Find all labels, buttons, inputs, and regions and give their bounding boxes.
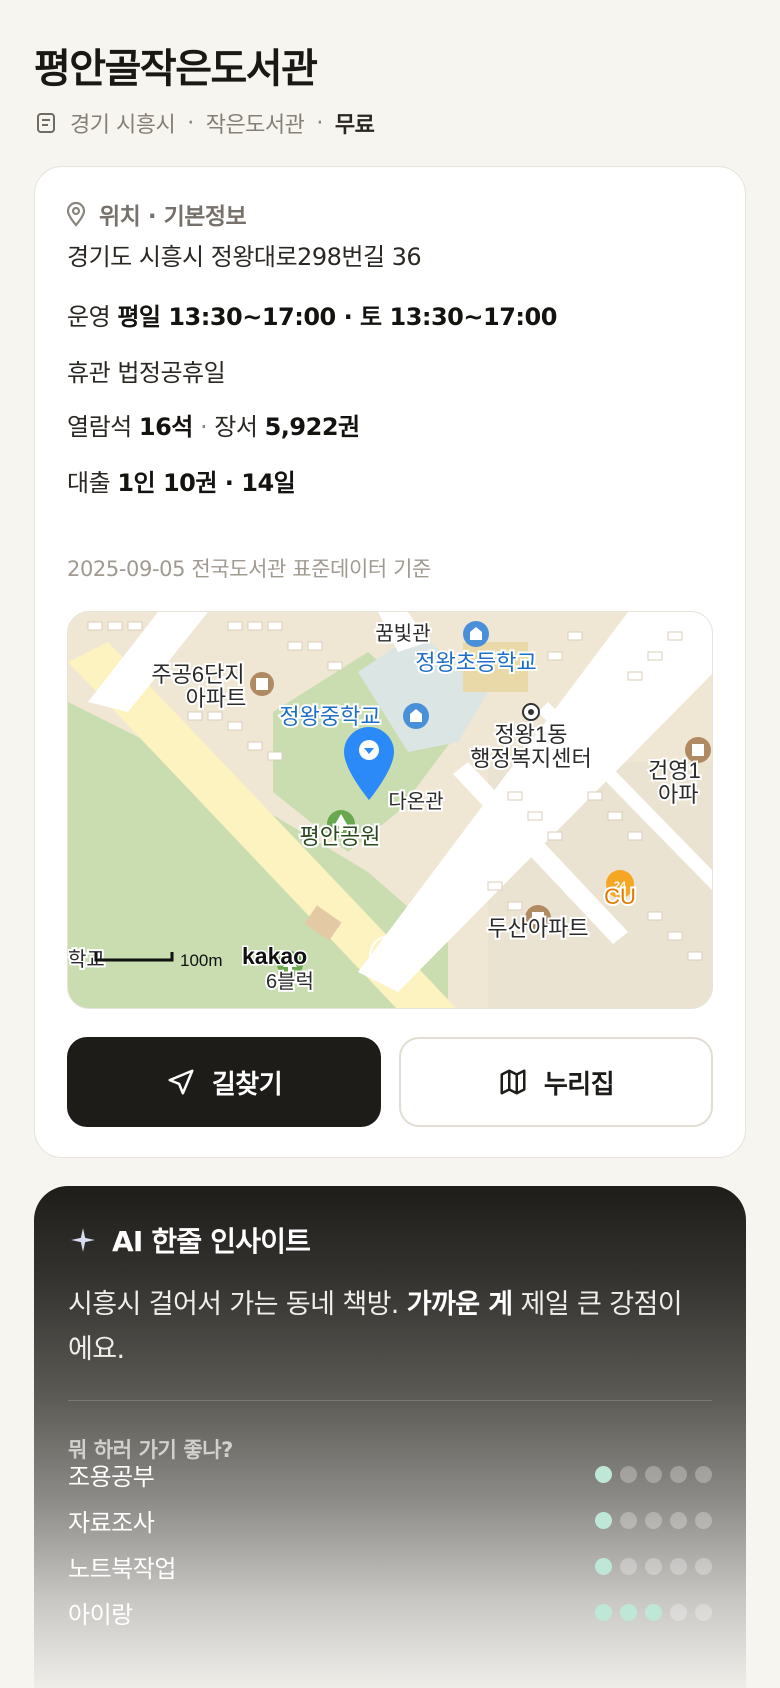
divider [68,1400,712,1401]
ai-text-part: 시흥시 걸어서 가는 동네 책방. [68,1289,399,1320]
books-value: 5,922권 [264,413,361,441]
rating-dot [620,1511,637,1529]
rating-dot [670,1511,687,1529]
separator: · [316,110,323,136]
address-text: 경기도 시흥시 정왕대로298번길 36 [67,243,422,271]
map-label: 아파트 [186,686,247,711]
library-type-text: 작은도서관 [205,113,305,138]
activity-label: 조용공부 [68,1462,155,1491]
activity-label: 자료조사 [68,1508,155,1537]
rating-dots [595,1465,712,1483]
hours-label: 운영 [67,303,111,331]
map-label: 정왕1동 [495,722,568,747]
website-label: 누리집 [543,1069,615,1100]
rating-dot [670,1603,687,1621]
map-label: 행정복지센터 [470,746,591,771]
seats-value: 16석 [138,413,193,441]
activity-rating-row: 조용공부 [68,1456,712,1492]
website-button[interactable]: 누리집 [399,1037,713,1127]
map-scale-label: 100m [180,951,223,970]
directions-label: 길찾기 [211,1069,283,1100]
map-label-school: 정왕중학교 [279,704,380,729]
region-text: 경기 시흥시 [70,113,176,138]
map-brand-logo: kakao [242,943,307,969]
ai-text-highlight: 가까운 게 [406,1289,513,1320]
loan-label: 대출 [67,469,111,497]
map-label: 아파 [658,782,698,807]
rating-dots [595,1557,712,1575]
rating-dot [695,1511,712,1529]
map-label: 다온관 [388,790,443,813]
hours-row: 운영 평일 13:30~17:00 · 토 13:30~17:00 [67,297,557,332]
info-section-header: 위치 · 기본정보 [65,197,247,231]
ai-insight-title: AI 한줄 인사이트 [112,1225,311,1258]
map-label: 건영1 [648,758,701,783]
page-title: 평안골작은도서관 [34,46,318,92]
separator: · [187,110,194,136]
document-icon [37,113,55,133]
books-label: 장서 [214,413,258,441]
rating-dot [645,1557,662,1575]
separator: · [200,413,208,441]
rating-dot [620,1465,637,1483]
closed-row: 휴관 법정공휴일 [67,353,226,388]
info-card: 위치 · 기본정보 경기도 시흥시 정왕대로298번길 36 운영 평일 13:… [34,166,746,1158]
rating-dot [695,1557,712,1575]
rating-dot [695,1603,712,1621]
activity-rating-row: 노트북작업 [68,1548,712,1584]
map-label: CU [604,884,636,909]
ai-insight-header: AI 한줄 인사이트 [70,1220,311,1260]
activity-rating-row: 아이랑 [68,1594,712,1630]
address: 경기도 시흥시 정왕대로298번길 36 [67,237,422,272]
library-meta: 경기 시흥시 · 작은도서관 · 무료 [34,108,375,138]
map-label: 꿈빛관 [375,622,430,645]
ai-insight-card: AI 한줄 인사이트 시흥시 걸어서 가는 동네 책방. 가까운 게 제일 큰 … [34,1186,746,1688]
rating-dot [620,1557,637,1575]
rating-dot [595,1511,612,1529]
rating-dots [595,1511,712,1529]
activity-rating-row: 자료조사 [68,1502,712,1538]
location-pin-icon [66,201,86,227]
map-label-park: 평안공원 [300,824,381,849]
rating-dot [595,1465,612,1483]
collection-row: 열람석 16석 · 장서 5,922권 [67,407,360,442]
seats-label: 열람석 [67,413,132,441]
closed-label: 휴관 [67,359,111,387]
map-label-school: 정왕초등학교 [415,650,536,675]
loan-value: 1인 10권 · 14일 [117,469,296,497]
rating-dot [670,1557,687,1575]
closed-value: 법정공휴일 [117,359,226,387]
rating-dot [595,1603,612,1621]
navigation-arrow-icon [168,1069,194,1095]
activity-label: 아이랑 [68,1600,133,1629]
rating-dots [595,1603,712,1621]
ai-insight-text: 시흥시 걸어서 가는 동네 책방. 가까운 게 제일 큰 강점이에요. [68,1282,688,1372]
rating-dot [670,1465,687,1483]
directions-button[interactable]: 길찾기 [67,1037,381,1127]
hours-value: 평일 13:30~17:00 · 토 13:30~17:00 [117,303,557,331]
map-label: 두산아파트 [487,916,588,941]
map-label: 6블럭 [266,970,314,993]
fee-badge: 무료 [334,113,375,138]
rating-dot [595,1557,612,1575]
map-icon [500,1069,526,1095]
sparkle-icon [71,1228,95,1252]
activity-label: 노트북작업 [68,1554,176,1583]
loan-row: 대출 1인 10권 · 14일 [67,463,296,498]
rating-dot [645,1465,662,1483]
data-source-note: 2025-09-05 전국도서관 표준데이터 기준 [67,557,431,581]
rating-dot [695,1465,712,1483]
location-map[interactable]: 24 꿈빛관 정왕초등학교 주공6단지 아파트 정왕중학교 정왕1동 행정복지센… [67,611,713,1009]
rating-dot [645,1603,662,1621]
info-section-title: 위치 · 기본정보 [99,204,247,230]
rating-dot [645,1511,662,1529]
map-label: 주공6단지 [151,662,244,687]
rating-dot [620,1603,637,1621]
